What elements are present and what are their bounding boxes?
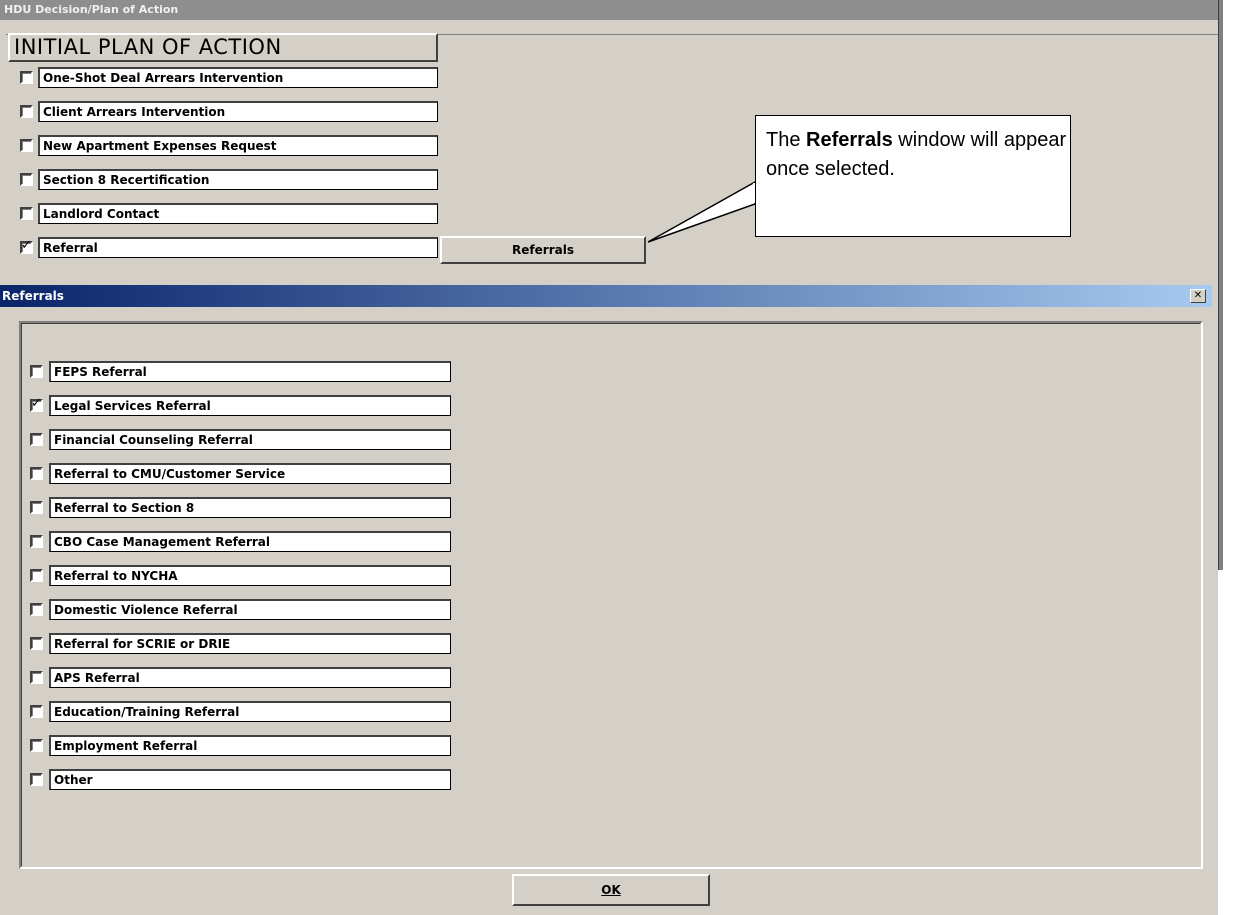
checkbox[interactable] (30, 603, 43, 616)
checkbox[interactable] (30, 433, 43, 446)
checkbox-label: Employment Referral (49, 735, 451, 756)
checkbox-label: New Apartment Expenses Request (38, 135, 438, 156)
checkbox[interactable] (30, 739, 43, 752)
checkbox-label: Referral to Section 8 (49, 497, 451, 518)
checkbox-label: Other (49, 769, 451, 790)
checkbox-label: Domestic Violence Referral (49, 599, 451, 620)
checkbox[interactable] (30, 535, 43, 548)
checkbox-label: One-Shot Deal Arrears Intervention (38, 67, 438, 88)
checkbox-label: Referral to NYCHA (49, 565, 451, 586)
ok-label: OK (601, 883, 621, 897)
checkbox-label: Section 8 Recertification (38, 169, 438, 190)
checkbox-label: Referral to CMU/Customer Service (49, 463, 451, 484)
checkbox[interactable] (30, 705, 43, 718)
checkbox[interactable] (30, 773, 43, 786)
section-header: INITIAL PLAN OF ACTION (8, 33, 438, 62)
checkbox[interactable] (30, 569, 43, 582)
callout-text-prefix: The (766, 129, 807, 151)
checkbox[interactable] (20, 207, 33, 220)
checkbox-label: Legal Services Referral (49, 395, 451, 416)
checkbox-label: CBO Case Management Referral (49, 531, 451, 552)
ok-button[interactable]: OK (512, 874, 710, 906)
dialog-title: Referrals (0, 285, 1212, 307)
checkbox-label: Education/Training Referral (49, 701, 451, 722)
window-border (1218, 0, 1223, 570)
checkbox-label: Referral for SCRIE or DRIE (49, 633, 451, 654)
checkbox[interactable] (30, 637, 43, 650)
checkbox-label: Client Arrears Intervention (38, 101, 438, 122)
referrals-button[interactable]: Referrals (440, 236, 646, 264)
checkbox[interactable] (20, 105, 33, 118)
checkbox[interactable] (30, 671, 43, 684)
checkbox[interactable] (30, 467, 43, 480)
checkbox[interactable] (30, 501, 43, 514)
checkbox[interactable] (20, 71, 33, 84)
main-window-title: HDU Decision/Plan of Action (0, 0, 1218, 20)
checkbox-label: Referral (38, 237, 438, 258)
callout-text-bold: Referrals (806, 129, 893, 151)
close-icon[interactable]: ✕ (1190, 289, 1206, 303)
checkbox[interactable]: ✓ (20, 238, 33, 254)
checkbox-label: Financial Counseling Referral (49, 429, 451, 450)
checkbox-label: APS Referral (49, 667, 451, 688)
checkbox[interactable] (20, 139, 33, 152)
checkbox[interactable] (30, 365, 43, 378)
checkmark-icon: ✓ (21, 238, 32, 253)
checkbox[interactable]: ✓ (30, 396, 43, 412)
callout-box: The Referrals window will appear once se… (755, 115, 1071, 237)
referrals-dialog: Referrals ✕ FEPS Referral ✓ Legal Services… (0, 285, 1212, 915)
checkbox-label: Landlord Contact (38, 203, 438, 224)
callout-pointer (647, 180, 759, 243)
checkbox[interactable] (20, 173, 33, 186)
checkbox-label: FEPS Referral (49, 361, 451, 382)
checkmark-icon: ✓ (31, 396, 42, 411)
